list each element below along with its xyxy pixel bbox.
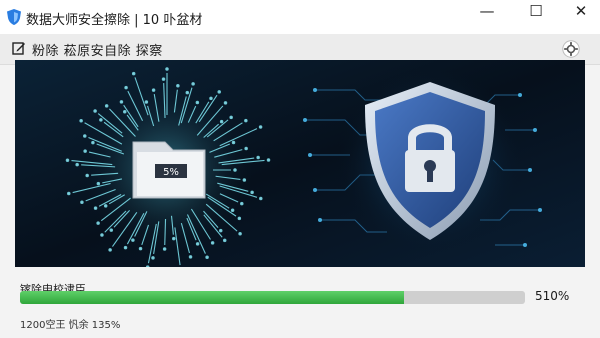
file-progress-badge: 5%	[163, 167, 179, 178]
particle-dot	[83, 149, 87, 153]
particle-dot	[80, 200, 84, 205]
particle-dot	[256, 155, 260, 160]
particle-dot	[151, 256, 155, 260]
particle-dot	[131, 238, 135, 242]
particle-dot	[210, 241, 215, 245]
particle-dot	[65, 158, 70, 162]
particle-dot	[144, 100, 149, 104]
particle-dot	[231, 140, 236, 145]
particle-dot	[195, 100, 200, 105]
particle-dot	[165, 67, 169, 71]
window-title: 数据大师安全擦除 | 10 卟盆材	[26, 13, 203, 28]
particle-dot	[233, 168, 237, 172]
progress-percent: 510%	[535, 289, 570, 303]
particle-dot	[161, 77, 166, 81]
particle-dot	[104, 104, 109, 108]
status-text: 1200空王 忛余 135%	[20, 320, 121, 331]
gear-icon[interactable]	[562, 40, 580, 58]
maximize-button[interactable]: ☐	[513, 0, 559, 24]
particle-dot	[138, 246, 143, 251]
particle-dot	[96, 221, 100, 225]
particle-dot	[91, 140, 95, 145]
particle-dot	[151, 88, 156, 92]
title-bar: 数据大师安全擦除 | 10 卟盆材 — ☐ ✕	[0, 0, 600, 34]
shield-icon	[7, 9, 21, 25]
minimize-button[interactable]: —	[464, 0, 510, 24]
particle-dot	[176, 83, 180, 88]
particle-dot	[229, 115, 233, 120]
particle-dot	[103, 204, 108, 208]
particle-dot	[230, 208, 235, 213]
particle-dot	[93, 206, 98, 210]
particle-dot	[250, 190, 254, 195]
particle-dot	[93, 109, 97, 113]
edit-icon[interactable]	[12, 41, 26, 55]
progress-fill	[20, 291, 404, 304]
particle-dot	[109, 228, 114, 232]
particle-dot	[75, 162, 79, 167]
particle-dot	[85, 173, 89, 178]
app-window: 数据大师安全擦除 | 10 卟盆材 — ☐ ✕ 粉除 菘原安自除 探察 5% 镓…	[0, 0, 600, 338]
particle-dot	[188, 255, 193, 259]
particle-dot	[79, 118, 83, 123]
particle-dot	[244, 118, 248, 123]
particle-dot	[172, 236, 176, 241]
particle-dot	[258, 125, 263, 129]
particle-dot	[238, 232, 242, 236]
particle-dot	[205, 255, 209, 259]
particle-dot	[195, 242, 200, 246]
particle-dot	[244, 146, 248, 151]
particle-dot	[219, 119, 224, 124]
folder-file-icon: 5%	[132, 141, 206, 199]
particle-dot	[122, 109, 127, 114]
particle-dot	[259, 196, 263, 201]
particle-dot	[96, 181, 101, 186]
particle-dot	[108, 248, 112, 252]
particle-dot	[123, 245, 128, 250]
particle-dot	[223, 101, 228, 105]
particle-dot	[217, 90, 221, 94]
particle-dot	[242, 178, 247, 182]
particle-dot	[119, 100, 124, 104]
particle-dot	[99, 118, 103, 122]
particle-dot	[240, 201, 244, 206]
particle-dot	[209, 96, 213, 101]
particle-dot	[162, 247, 167, 251]
toolbar-label: 粉除 菘原安自除 探察	[32, 44, 163, 59]
particle-dot	[83, 134, 87, 138]
particle-dot	[145, 265, 150, 267]
particle-dot	[100, 233, 104, 237]
close-button[interactable]: ✕	[558, 0, 600, 24]
progress-bar	[20, 291, 525, 304]
hero-illustration: 5%	[15, 60, 585, 267]
particle-dot	[67, 191, 71, 196]
particle-dot	[191, 82, 195, 86]
particle-dot	[218, 228, 223, 233]
particle-dot	[124, 85, 128, 90]
particle-dot	[131, 71, 136, 76]
particle-dot	[222, 238, 227, 243]
particle-dot	[266, 158, 271, 162]
particle-ray	[164, 218, 167, 245]
particle-dot	[237, 216, 242, 221]
particle-dot	[185, 90, 190, 95]
